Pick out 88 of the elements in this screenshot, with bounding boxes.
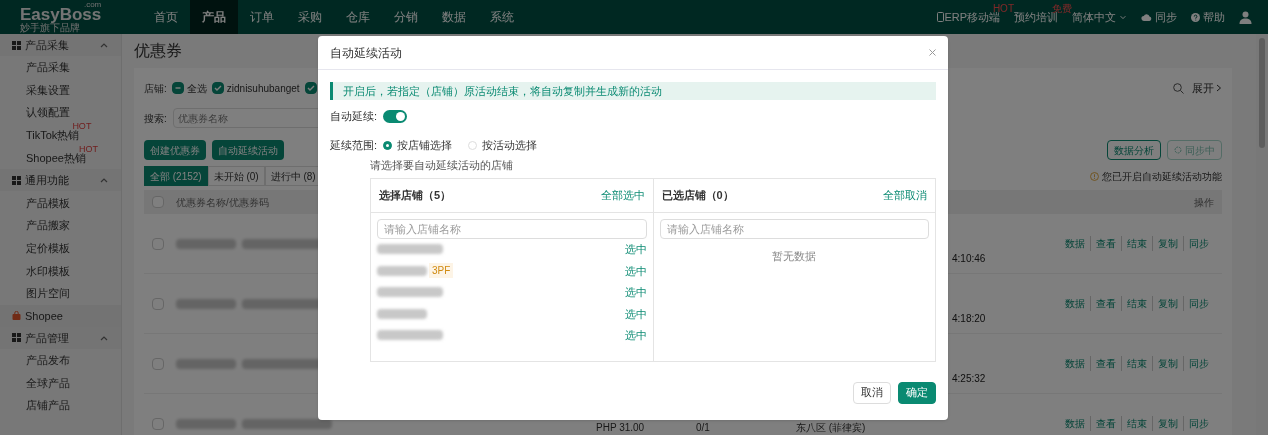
row-action-link[interactable]: 查看	[1090, 236, 1121, 251]
sidebar-item[interactable]: 水印模板	[0, 259, 121, 283]
store-type-label: 3PF	[429, 263, 454, 279]
cancel-button[interactable]: 取消	[853, 381, 891, 404]
badge-text: 免费	[1052, 1, 1072, 14]
language-dropdown[interactable]: 简体中文	[1072, 8, 1127, 26]
sidebar-item[interactable]: 产品搬家	[0, 214, 121, 237]
panel-title: 选择店铺（5）	[379, 187, 452, 203]
select-link[interactable]: 选中	[624, 262, 647, 279]
row-action-link[interactable]: 数据	[1060, 296, 1090, 311]
status-tab[interactable]: 全部 (2152)	[144, 166, 208, 186]
expand-link[interactable]: 展开	[1192, 79, 1222, 97]
page-title: 优惠券	[134, 41, 182, 61]
store-option: 全选	[186, 80, 207, 96]
panel-action-link[interactable]: 全部选中	[600, 186, 645, 204]
select-link[interactable]: 选中	[624, 305, 647, 322]
nav-tab[interactable]: 仓库	[334, 0, 382, 34]
table-cell-text: 东八区 (菲律宾)	[796, 421, 866, 435]
nav-tab[interactable]: 分销	[382, 0, 430, 34]
sidebar-item[interactable]: 定价模板	[0, 236, 121, 260]
sidebar-group[interactable]: 产品管理	[0, 326, 121, 349]
table-cell-text: 4:18:20	[952, 312, 986, 326]
row-action-link[interactable]: 数据	[1060, 356, 1090, 371]
select-link[interactable]: 选中	[624, 284, 647, 301]
sidebar-item[interactable]: 产品采集	[0, 56, 121, 79]
confirm-button[interactable]: 确定	[898, 381, 936, 404]
panel-title: 已选店铺（0）	[661, 187, 734, 203]
info-alert: 开启后，若指定（店铺）原活动结束，将自动复制并生成新的活动	[330, 82, 936, 100]
row-action-link[interactable]: 同步	[1183, 296, 1214, 311]
column-header: 优惠券名称/优惠券码	[176, 195, 269, 210]
row-action-link[interactable]: 复制	[1152, 236, 1183, 251]
table-cell-text: PHP 31.00	[596, 421, 646, 435]
store-search-field[interactable]: 请输入店铺名称	[377, 218, 647, 239]
filter-label: 店铺:	[144, 81, 167, 96]
row-action-link[interactable]: 结束	[1121, 296, 1152, 311]
help-link[interactable]: 帮助	[1203, 8, 1225, 26]
column-header: 操作	[1194, 195, 1214, 210]
hint-text: 请选择要自动延续活动的店铺	[370, 158, 514, 173]
row-action-link[interactable]: 结束	[1121, 236, 1152, 251]
nav-tab[interactable]: 数据	[430, 0, 478, 34]
store-search-field[interactable]: 请输入店铺名称	[659, 218, 929, 239]
row-action-link[interactable]: 同步	[1183, 356, 1214, 371]
row-action-link[interactable]: 结束	[1121, 416, 1152, 431]
sidebar-item[interactable]: 采集设置	[0, 78, 121, 102]
nav-tab[interactable]: 产品	[190, 0, 238, 34]
select-link[interactable]: 选中	[624, 327, 647, 344]
select-link[interactable]: 选中	[624, 241, 647, 258]
row-action-link[interactable]: 结束	[1121, 356, 1152, 371]
row-action-link[interactable]: 复制	[1152, 416, 1183, 431]
store-option: zidnisuhubanget	[226, 80, 300, 96]
nav-tab[interactable]: 系统	[478, 0, 526, 34]
nav-tab[interactable]: 订单	[238, 0, 286, 34]
action-button[interactable]: 自动延续活动	[212, 140, 284, 160]
table-cell-text: 0/1	[696, 421, 711, 435]
action-button[interactable]: 数据分析	[1107, 140, 1161, 160]
nav-tab[interactable]: 首页	[142, 0, 190, 34]
logo-domain: .com	[83, 1, 102, 9]
dialog-title: 自动延续活动	[330, 44, 402, 62]
row-action-link[interactable]: 查看	[1090, 296, 1121, 311]
row-action-link[interactable]: 同步	[1183, 416, 1214, 431]
sidebar-item[interactable]: 产品模板	[0, 191, 121, 215]
status-tab[interactable]: 未开始 (0)	[207, 166, 265, 186]
action-button[interactable]: 创建优惠券	[144, 140, 206, 160]
table-cell-text: 4:25:32	[952, 372, 986, 386]
radio-label: 按活动选择	[482, 137, 538, 153]
panel-action-link[interactable]: 全部取消	[883, 186, 927, 204]
logo-text[interactable]: EasyBoss	[20, 7, 102, 23]
nav-tab[interactable]: 采购	[286, 0, 334, 34]
sidebar-item[interactable]: 全球产品	[0, 371, 121, 395]
sidebar-item[interactable]: 店铺产品	[0, 394, 121, 417]
empty-text: 暂无数据	[771, 248, 818, 264]
row-action-link[interactable]: 查看	[1090, 356, 1121, 371]
row-action-link[interactable]: 查看	[1090, 416, 1121, 431]
sidebar-group[interactable]: 产品采集	[0, 34, 121, 56]
sidebar-group[interactable]: 通用功能	[0, 169, 121, 192]
row-action-link[interactable]: 复制	[1152, 356, 1183, 371]
sidebar-item[interactable]: 图片空间	[0, 282, 121, 305]
row-action-link[interactable]: 数据	[1060, 416, 1090, 431]
row-action-link[interactable]: 同步	[1183, 236, 1214, 251]
row-action-link[interactable]: 复制	[1152, 296, 1183, 311]
search-label: 搜索:	[144, 111, 167, 126]
sync-link[interactable]: 同步	[1155, 8, 1177, 26]
notice-text: 您已开启自动延续活动功能	[1102, 169, 1222, 184]
logo-tagline: 妙手旗下品牌	[20, 23, 80, 33]
table-cell-text: 4:10:46	[952, 252, 986, 266]
radio-label: 按店铺选择	[397, 137, 453, 153]
field-label: 延续范围:	[330, 137, 378, 153]
row-action-link[interactable]: 数据	[1060, 236, 1090, 251]
